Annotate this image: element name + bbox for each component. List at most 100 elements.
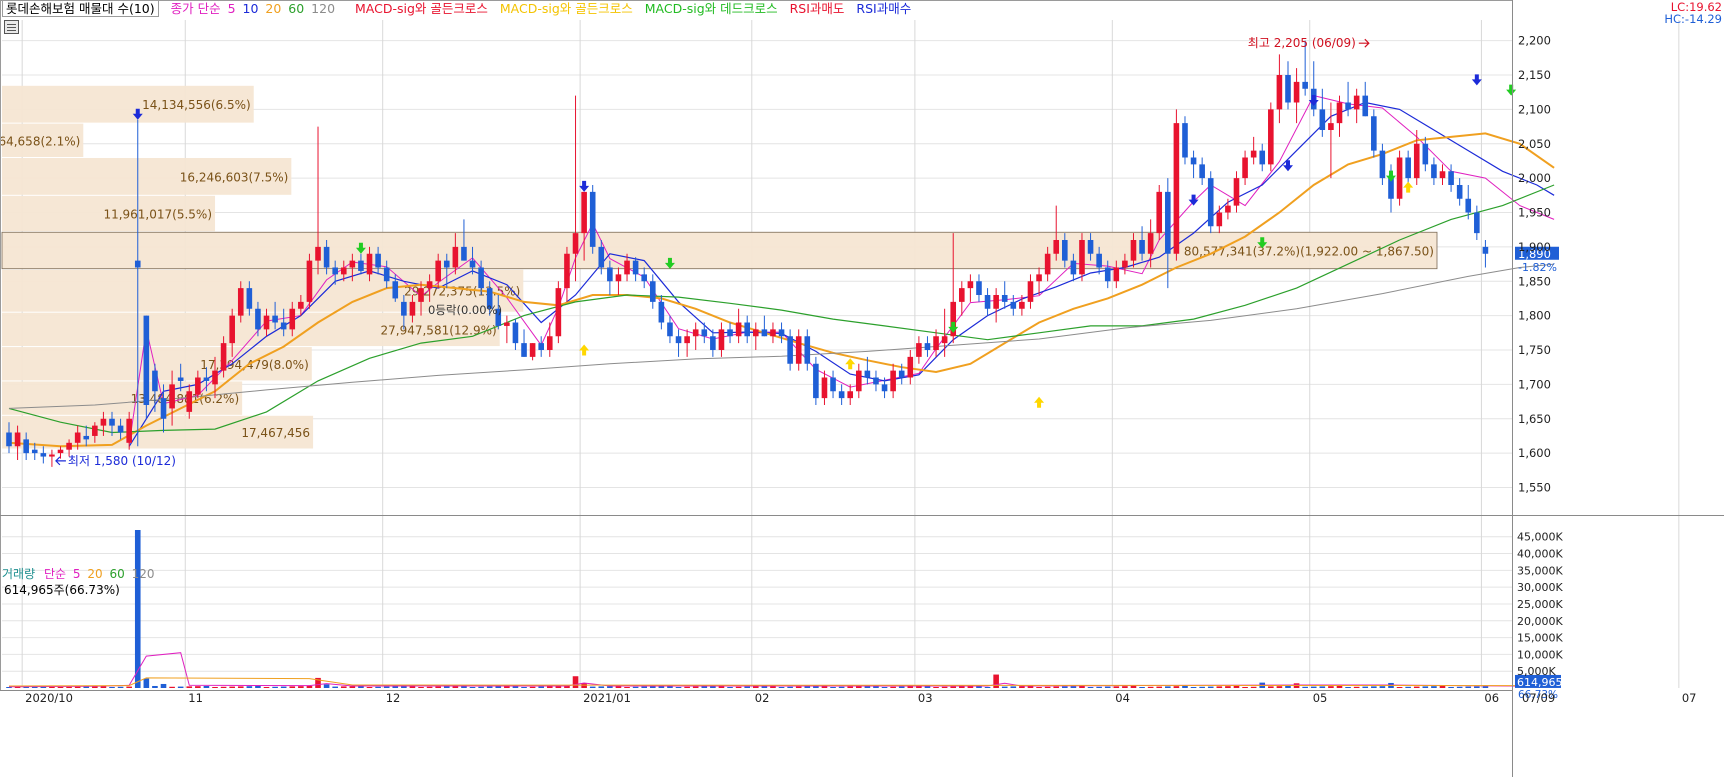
ma-period-5: 5 (227, 1, 236, 16)
date-tick-label: 2021/01 (583, 691, 631, 705)
candle-body (1130, 240, 1137, 261)
volume-bar (418, 686, 424, 688)
volume-bar (529, 686, 536, 688)
price-tick-label: 1,600 (1518, 446, 1551, 460)
candle-body (607, 267, 613, 282)
volume-bar (109, 686, 115, 688)
volume-bar (289, 686, 296, 688)
candle-body (821, 377, 828, 399)
candle-body (898, 370, 905, 378)
candle-body (1379, 150, 1386, 179)
candle-body (409, 301, 416, 316)
volume-bar (984, 686, 991, 688)
volume-bar (624, 686, 630, 688)
chart-title[interactable]: 롯데손해보험 매물대 수(10) (2, 0, 159, 17)
volume-bar (804, 686, 811, 688)
candle-body (907, 356, 914, 378)
candle-body (237, 288, 244, 316)
volume-bar (152, 685, 158, 688)
candle-body (795, 336, 802, 364)
volume-profile-label: 17,394,479(8.0%) (200, 358, 309, 372)
ma-legend: 종가 단순 5 10 20 60 120 (171, 1, 347, 16)
candle-body (57, 449, 64, 454)
candle-body (512, 322, 519, 344)
volume-bar (280, 686, 287, 688)
candle-body (967, 281, 974, 289)
candle-body (1182, 123, 1188, 158)
volume-bar (323, 684, 330, 688)
volume-bar (1173, 686, 1180, 688)
volume-bar (684, 686, 690, 688)
candle-body (469, 260, 476, 268)
candle-body (1001, 295, 1008, 302)
ma-label: 종가 단순 (170, 1, 221, 16)
volume-bar (1345, 686, 1351, 688)
volume-bar (469, 686, 476, 688)
candle-body (1113, 267, 1120, 282)
volume-bar (1104, 686, 1111, 688)
candle-body (710, 336, 716, 350)
volume-bar (1216, 686, 1223, 688)
candle-body (83, 435, 90, 440)
candle-body (598, 246, 605, 268)
candle-body (890, 370, 896, 392)
candle-body (1156, 191, 1163, 234)
candle-body (280, 322, 287, 330)
volume-bar (143, 678, 150, 688)
candle-body (126, 418, 132, 443)
volume-bar (752, 686, 759, 688)
candle-body (443, 260, 450, 268)
candle-body (1139, 240, 1145, 254)
volume-tick-label: 10,000K (1517, 648, 1563, 661)
volume-ma-20: 20 (87, 567, 103, 581)
volume-bar (1113, 686, 1120, 688)
volume-bar (126, 686, 132, 688)
volume-bar (1276, 686, 1283, 688)
candle-body (1405, 157, 1411, 179)
volume-bar (1207, 686, 1214, 688)
volume-bar (1465, 686, 1472, 688)
signal-rsi-oversold: RSI과매도 (789, 1, 845, 16)
candle-body (246, 288, 253, 309)
candle-body (1225, 205, 1231, 213)
date-tick-label: 2020/10 (25, 691, 73, 705)
volume-bar (332, 686, 338, 688)
volume-bar (366, 686, 373, 688)
candle-body (340, 267, 347, 275)
volume-bar (692, 686, 699, 688)
candle-body (49, 454, 55, 457)
candle-body (624, 260, 630, 275)
price-legend: 롯데손해보험 매물대 수(10) 종가 단순 5 10 20 60 120 MA… (0, 0, 919, 18)
candle-body (1173, 123, 1180, 254)
candle-body (452, 246, 459, 268)
table-icon[interactable] (4, 20, 19, 34)
volume-profile-label: 80,577,341(37.2%)(1,922.00 ~ 1,867.50) (1184, 244, 1434, 258)
candle-body (521, 343, 527, 357)
volume-bar (57, 686, 64, 688)
candle-body (323, 246, 330, 268)
candle-body (1276, 75, 1283, 110)
price-tick-label: 2,100 (1518, 102, 1551, 116)
price-tick-label: 1,700 (1518, 377, 1551, 391)
volume-bar (1062, 686, 1068, 688)
volume-bar (1250, 686, 1257, 688)
candle-body (1456, 185, 1463, 199)
candle-body (418, 288, 424, 302)
candle-body (358, 260, 364, 271)
candle-body (1465, 198, 1472, 213)
candle-body (589, 191, 596, 247)
candle-body (924, 343, 931, 350)
volume-bar (675, 686, 682, 688)
volume-bar (744, 686, 751, 688)
candle-body (718, 329, 725, 350)
price-tick-label: 2,150 (1518, 68, 1551, 82)
candle-body (152, 370, 158, 392)
volume-bar (1139, 686, 1145, 688)
stock-chart[interactable]: 17,467,45613,484,881(6.2%)17,394,479(8.0… (0, 0, 1724, 777)
volume-bar (1156, 686, 1163, 688)
candle-body (66, 442, 72, 450)
volume-bar (1336, 685, 1343, 688)
candle-body (735, 322, 742, 337)
candle-body (1345, 102, 1351, 110)
candle-body (203, 377, 210, 381)
